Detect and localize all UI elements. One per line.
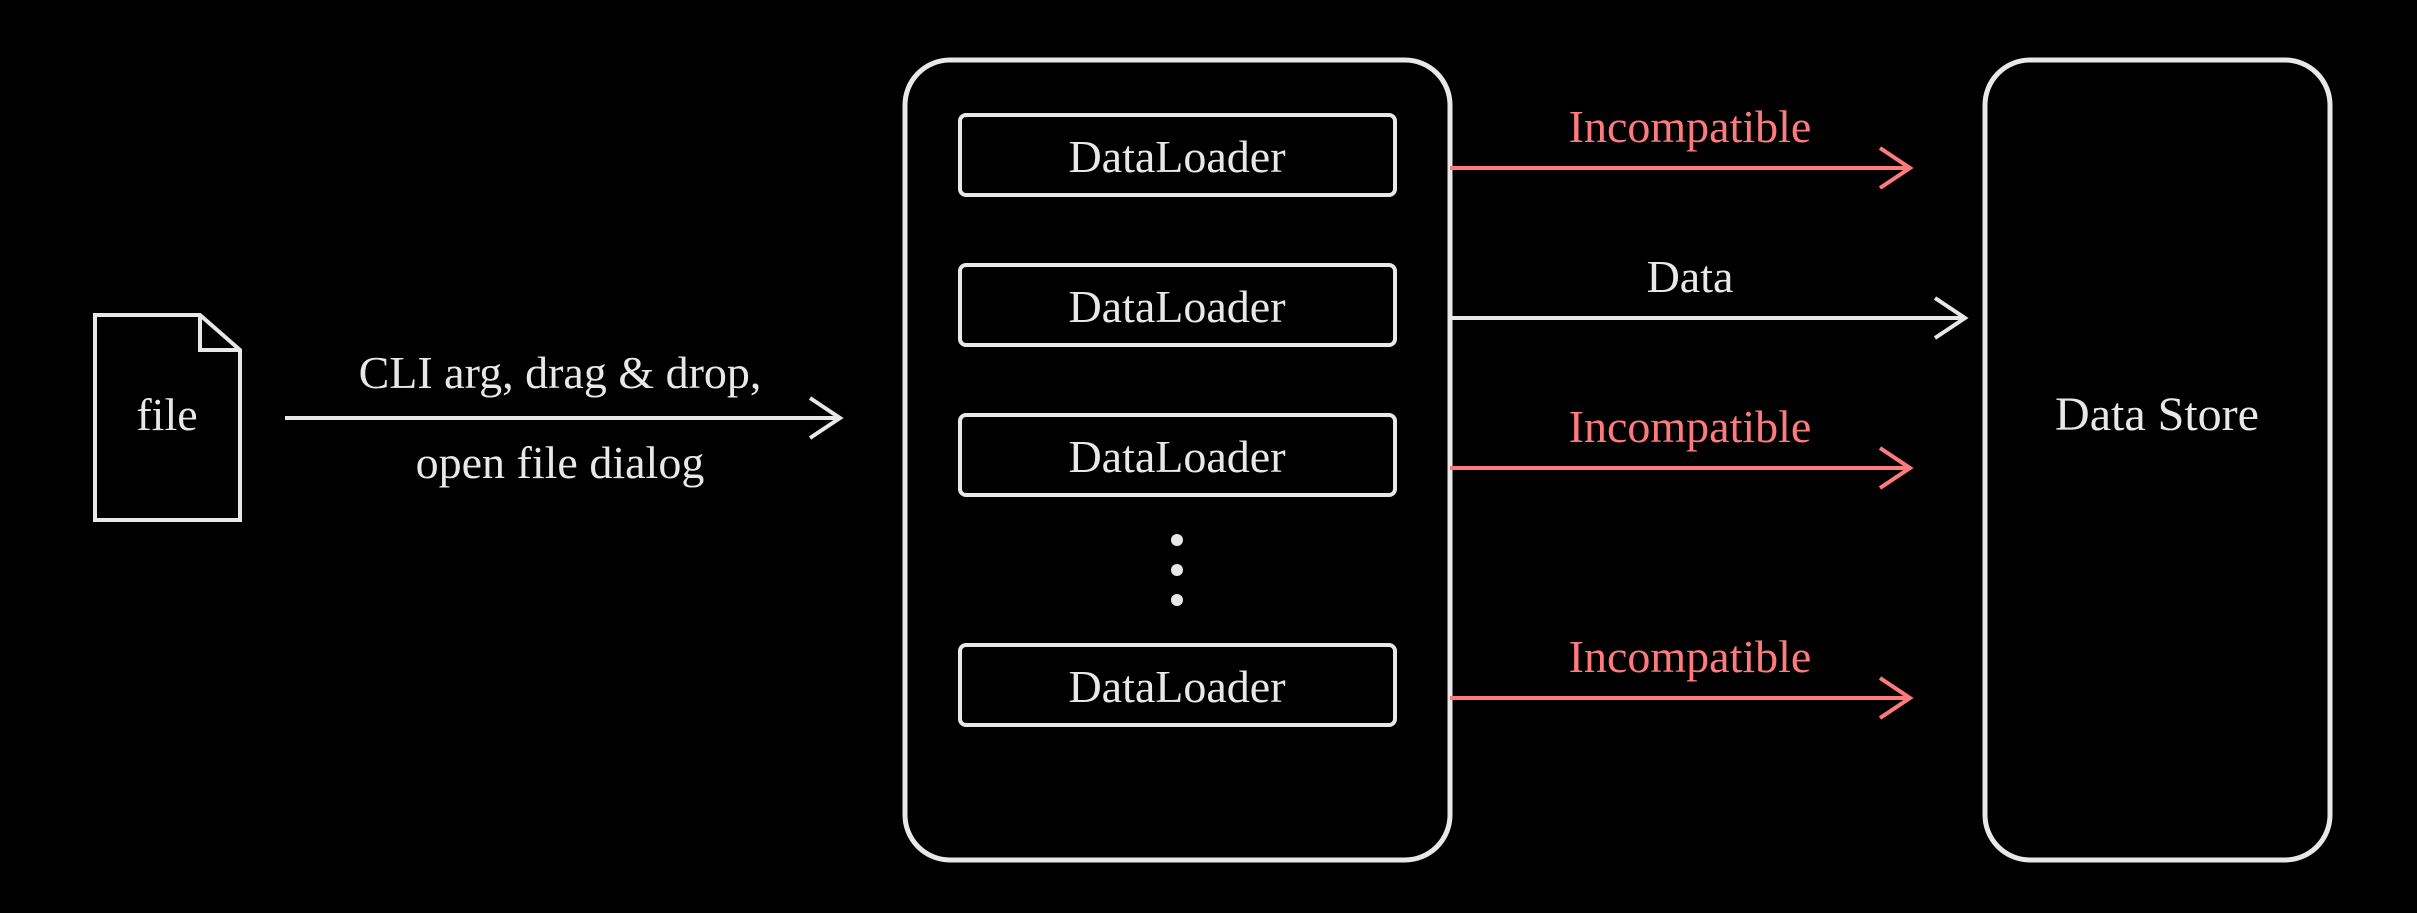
loader-box-1: DataLoader [960,115,1395,195]
input-arrow: CLI arg, drag & drop, open file dialog [285,347,840,488]
output-arrow-2: Data [1450,251,1965,338]
loader-label-4: DataLoader [1068,661,1285,712]
file-label: file [136,389,197,440]
data-store-label: Data Store [2055,388,2259,441]
loader-box-2: DataLoader [960,265,1395,345]
output-arrow-label-1: Incompatible [1569,101,1812,152]
input-arrow-text-bottom: open file dialog [416,437,705,488]
output-arrow-label-4: Incompatible [1569,631,1812,682]
output-arrow-4: Incompatible [1450,631,1910,718]
loader-label-2: DataLoader [1068,281,1285,332]
loader-label-3: DataLoader [1068,431,1285,482]
input-arrow-text-top: CLI arg, drag & drop, [359,347,762,398]
output-arrow-label-2: Data [1647,251,1734,302]
file-icon: file [95,315,240,520]
loader-ellipsis [1171,534,1183,606]
loader-box-4: DataLoader [960,645,1395,725]
data-store: Data Store [1985,60,2330,860]
output-arrow-3: Incompatible [1450,401,1910,488]
output-arrow-label-3: Incompatible [1569,401,1812,452]
loader-box-3: DataLoader [960,415,1395,495]
loader-label-1: DataLoader [1068,131,1285,182]
output-arrow-1: Incompatible [1450,101,1910,188]
